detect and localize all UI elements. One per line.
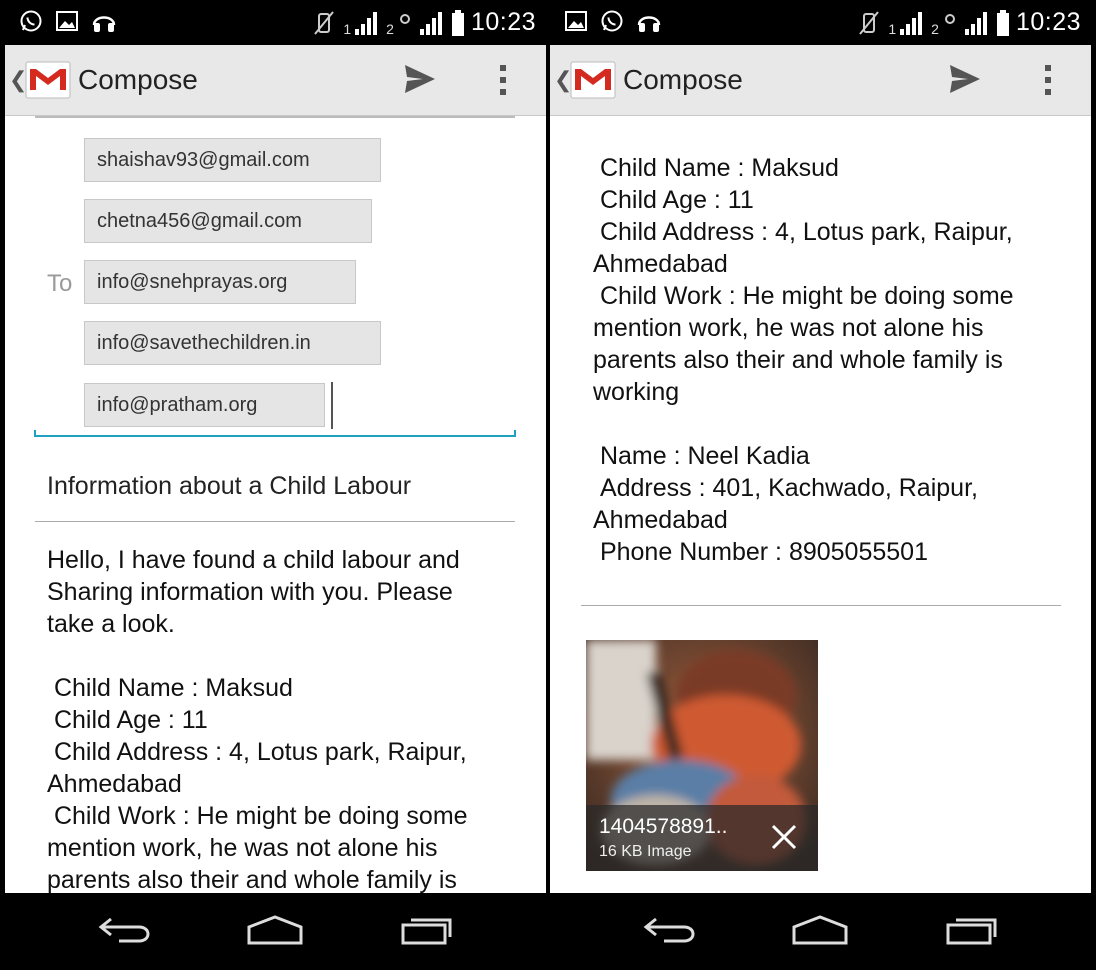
home-icon[interactable] [245,913,305,947]
recent-apps-icon[interactable] [399,913,455,947]
status-bar: 1 2 10:23 [550,0,1091,45]
divider [35,116,515,118]
attachment-size: 16 KB Image [599,843,692,860]
recipient-chip[interactable]: info@pratham.org [84,383,325,427]
compose-content: shaishav93@gmail.com chetna456@gmail.com… [5,116,546,893]
status-bar: 1 2 10:23 [5,0,546,45]
to-field-underline-tick [34,430,36,437]
clock: 10:23 [470,8,536,36]
signal-icon [355,11,378,35]
gmail-logo-icon[interactable] [25,60,71,100]
battery-icon [451,9,464,36]
vibrate-mute-icon [314,10,335,35]
overflow-menu-icon[interactable] [1044,65,1052,95]
back-icon[interactable] [642,913,698,947]
to-label: To [47,270,73,297]
to-field-underline[interactable] [34,435,516,437]
text-cursor [331,382,333,429]
headset-icon [92,16,116,32]
attachment-name: 1404578891.. [599,815,728,838]
send-icon[interactable] [948,63,982,95]
gmail-logo-icon[interactable] [570,60,616,100]
home-icon[interactable] [790,913,850,947]
whatsapp-icon [20,10,42,32]
send-icon[interactable] [403,63,437,95]
recipient-chip[interactable]: shaishav93@gmail.com [84,138,381,182]
compose-content: Child Name : Maksud Child Age : 11 Child… [550,116,1091,893]
recipient-chip[interactable]: info@savethechildren.in [84,321,381,365]
signal-icon [419,11,442,35]
back-icon[interactable] [97,913,153,947]
sim1-label: 1 [888,21,897,37]
gallery-icon [565,11,587,31]
subject-underline [35,521,515,522]
data-icon [944,13,955,24]
sim2-label: 2 [931,21,939,37]
recipient-chip[interactable]: chetna456@gmail.com [84,199,372,243]
sim1-label: 1 [343,21,352,37]
compose-body[interactable]: Child Name : Maksud Child Age : 11 Child… [593,152,1063,568]
attachment-thumbnail[interactable]: 1404578891.. 16 KB Image [586,640,818,871]
clock: 10:23 [1015,8,1081,36]
divider [581,605,1061,606]
recent-apps-icon[interactable] [944,913,1000,947]
data-icon [399,13,410,24]
headset-icon [637,16,661,32]
overflow-menu-icon[interactable] [499,65,507,95]
navigation-bar [5,893,546,970]
gallery-icon [56,11,78,31]
whatsapp-icon [601,10,623,32]
subject-field[interactable]: Information about a Child Labour [47,472,411,501]
vibrate-mute-icon [859,10,880,35]
action-bar: ❮ Compose [5,45,546,116]
right-phone-screen: 1 2 10:23 ❮ Compose Child Name: Maksud … [550,0,1091,970]
attachment-info-bar: 1404578891.. 16 KB Image [586,805,818,871]
signal-icon [964,11,987,35]
battery-icon [996,9,1009,36]
action-bar: ❮ Compose [550,45,1091,116]
navigation-bar [550,893,1091,970]
compose-title: Compose [78,64,198,95]
left-phone-screen: 1 2 10:23 ❮ Compose shaishav93@gmail.com… [5,0,546,970]
to-field-underline-tick [514,430,516,437]
close-icon[interactable] [770,823,798,851]
recipient-chip[interactable]: info@snehprayas.org [84,260,356,304]
compose-title: Compose [623,64,743,95]
signal-icon [900,11,923,35]
compose-body[interactable]: Hello, I have found a child labour and S… [47,544,517,893]
sim2-label: 2 [386,21,394,37]
